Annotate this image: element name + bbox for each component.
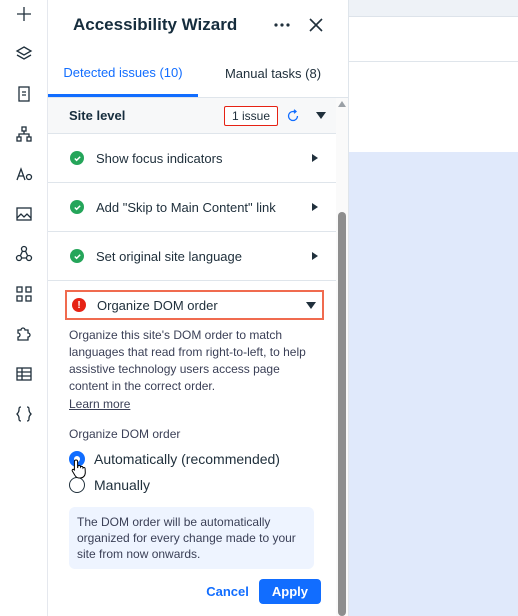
editor-canvas[interactable]: [349, 0, 518, 616]
accessibility-wizard-panel: Accessibility Wizard Detected issues (10…: [48, 0, 349, 616]
left-toolbar: [0, 0, 48, 616]
apply-button[interactable]: Apply: [258, 579, 321, 604]
chevron-right-icon: [312, 252, 318, 260]
check-icon: [70, 249, 84, 263]
canvas-section[interactable]: [349, 152, 518, 616]
more-dots-icon[interactable]: [270, 13, 294, 37]
canvas-divider: [349, 61, 518, 62]
expanded-issue: ! Organize DOM order Organize this site'…: [48, 281, 336, 604]
tab-manual-tasks[interactable]: Manual tasks (8): [198, 50, 348, 97]
info-box: The DOM order will be automatically orga…: [69, 507, 314, 569]
issue-row[interactable]: Set original site language: [48, 232, 336, 281]
panel-header: Accessibility Wizard: [48, 0, 348, 50]
error-icon: !: [72, 298, 86, 312]
table-icon[interactable]: [12, 362, 36, 386]
site-level-title: Site level: [69, 108, 126, 123]
scrollbar-thumb[interactable]: [338, 212, 346, 616]
page-icon[interactable]: [12, 82, 36, 106]
close-icon[interactable]: [304, 13, 328, 37]
check-icon: [70, 200, 84, 214]
issue-description: Organize this site's DOM order to match …: [69, 328, 306, 393]
puzzle-icon[interactable]: [12, 322, 36, 346]
radio-automatically[interactable]: Automatically (recommended): [65, 451, 324, 467]
chevron-right-icon: [312, 154, 318, 162]
issue-label: Show focus indicators: [96, 150, 223, 166]
apps-icon[interactable]: [12, 242, 36, 266]
chevron-right-icon: [312, 203, 318, 211]
fonts-icon[interactable]: [12, 162, 36, 186]
issues-list: Site level 1 issue Show focus indicators…: [48, 98, 336, 616]
learn-more-link[interactable]: Learn more: [65, 397, 130, 411]
radio-label: Automatically (recommended): [94, 451, 280, 467]
site-level-header[interactable]: Site level 1 issue: [48, 98, 336, 134]
cancel-button[interactable]: Cancel: [206, 584, 249, 599]
layers-icon[interactable]: [12, 42, 36, 66]
issue-row[interactable]: Show focus indicators: [48, 134, 336, 183]
scroll-up-arrow-icon[interactable]: [338, 101, 346, 107]
expanded-issue-header[interactable]: ! Organize DOM order: [65, 290, 324, 320]
code-braces-icon[interactable]: [12, 402, 36, 426]
radio-label: Manually: [94, 477, 151, 493]
sitemap-icon[interactable]: [12, 122, 36, 146]
issue-label: Set original site language: [96, 248, 242, 264]
canvas-top-bar: [349, 0, 518, 17]
issue-label: Add "Skip to Main Content" link: [96, 199, 276, 215]
refresh-icon[interactable]: [282, 105, 304, 127]
tab-bar: Detected issues (10) Manual tasks (8): [48, 50, 348, 98]
issue-count-badge: 1 issue: [223, 105, 278, 126]
radio-manually[interactable]: Manually: [65, 477, 324, 493]
plus-icon[interactable]: [12, 2, 36, 26]
panel-title: Accessibility Wizard: [73, 15, 238, 34]
hand-cursor-icon: [71, 459, 86, 479]
grid-icon[interactable]: [12, 282, 36, 306]
check-icon: [70, 151, 84, 165]
issue-row[interactable]: Add "Skip to Main Content" link: [48, 183, 336, 232]
tab-detected-issues[interactable]: Detected issues (10): [48, 50, 198, 97]
option-group-label: Organize DOM order: [69, 427, 181, 441]
expanded-issue-label: Organize DOM order: [97, 297, 218, 313]
action-bar: Cancel Apply: [65, 579, 324, 604]
chevron-down-icon: [306, 301, 316, 309]
chevron-down-icon[interactable]: [316, 112, 326, 119]
image-icon[interactable]: [12, 202, 36, 226]
